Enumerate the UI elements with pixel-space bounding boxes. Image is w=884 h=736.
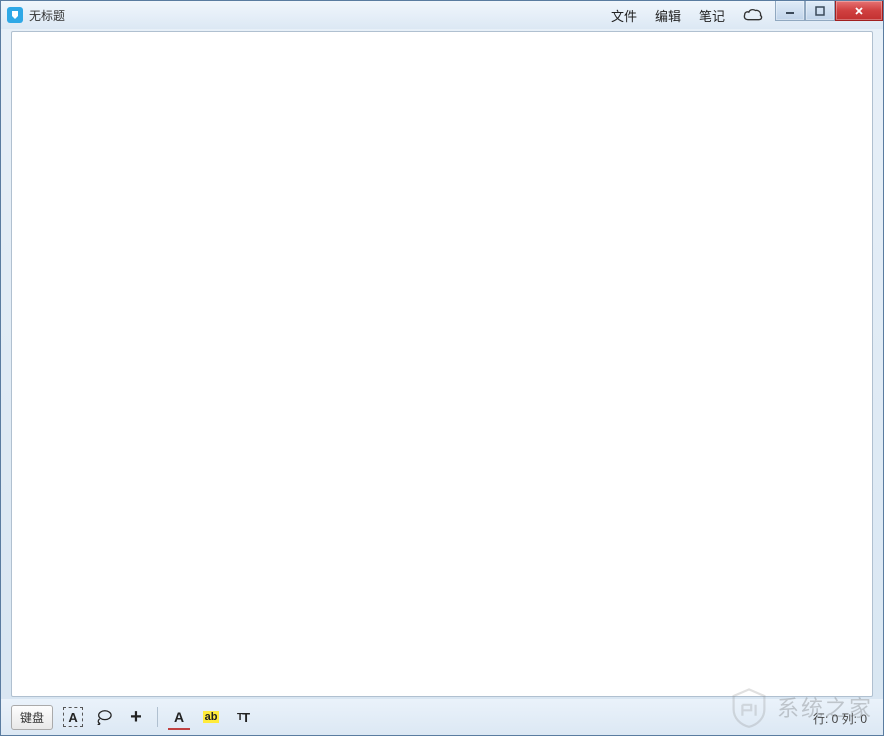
titlebar: 无标题 文件 编辑 笔记 bbox=[1, 1, 883, 29]
bottom-toolbar: 键盘 A + A ab TT bbox=[1, 699, 883, 735]
maximize-button[interactable] bbox=[805, 1, 835, 21]
keyboard-button[interactable]: 键盘 bbox=[11, 705, 53, 730]
menu-note[interactable]: 笔记 bbox=[699, 6, 725, 25]
menu-edit[interactable]: 编辑 bbox=[655, 6, 681, 25]
menu-bar: 文件 编辑 笔记 bbox=[611, 6, 771, 25]
text-size-tool-icon[interactable]: TT bbox=[232, 706, 254, 728]
window-title: 无标题 bbox=[29, 7, 65, 24]
toolbar-divider bbox=[157, 707, 158, 727]
status-position: 行: 0 列: 0 bbox=[813, 710, 867, 727]
close-button[interactable] bbox=[835, 1, 883, 21]
cloud-icon[interactable] bbox=[743, 8, 763, 22]
lasso-tool-icon[interactable] bbox=[93, 706, 115, 728]
editor-canvas[interactable] bbox=[11, 31, 873, 697]
app-icon bbox=[7, 7, 23, 23]
font-color-tool[interactable]: A bbox=[168, 706, 190, 728]
app-window: 无标题 文件 编辑 笔记 键盘 A + bbox=[0, 0, 884, 736]
window-controls bbox=[775, 1, 883, 21]
add-tool-icon[interactable]: + bbox=[125, 706, 147, 728]
menu-file[interactable]: 文件 bbox=[611, 6, 637, 25]
highlight-tool[interactable]: ab bbox=[200, 706, 222, 728]
highlight-tool-label: ab bbox=[203, 711, 220, 723]
text-select-tool[interactable]: A bbox=[63, 707, 83, 727]
minimize-button[interactable] bbox=[775, 1, 805, 21]
